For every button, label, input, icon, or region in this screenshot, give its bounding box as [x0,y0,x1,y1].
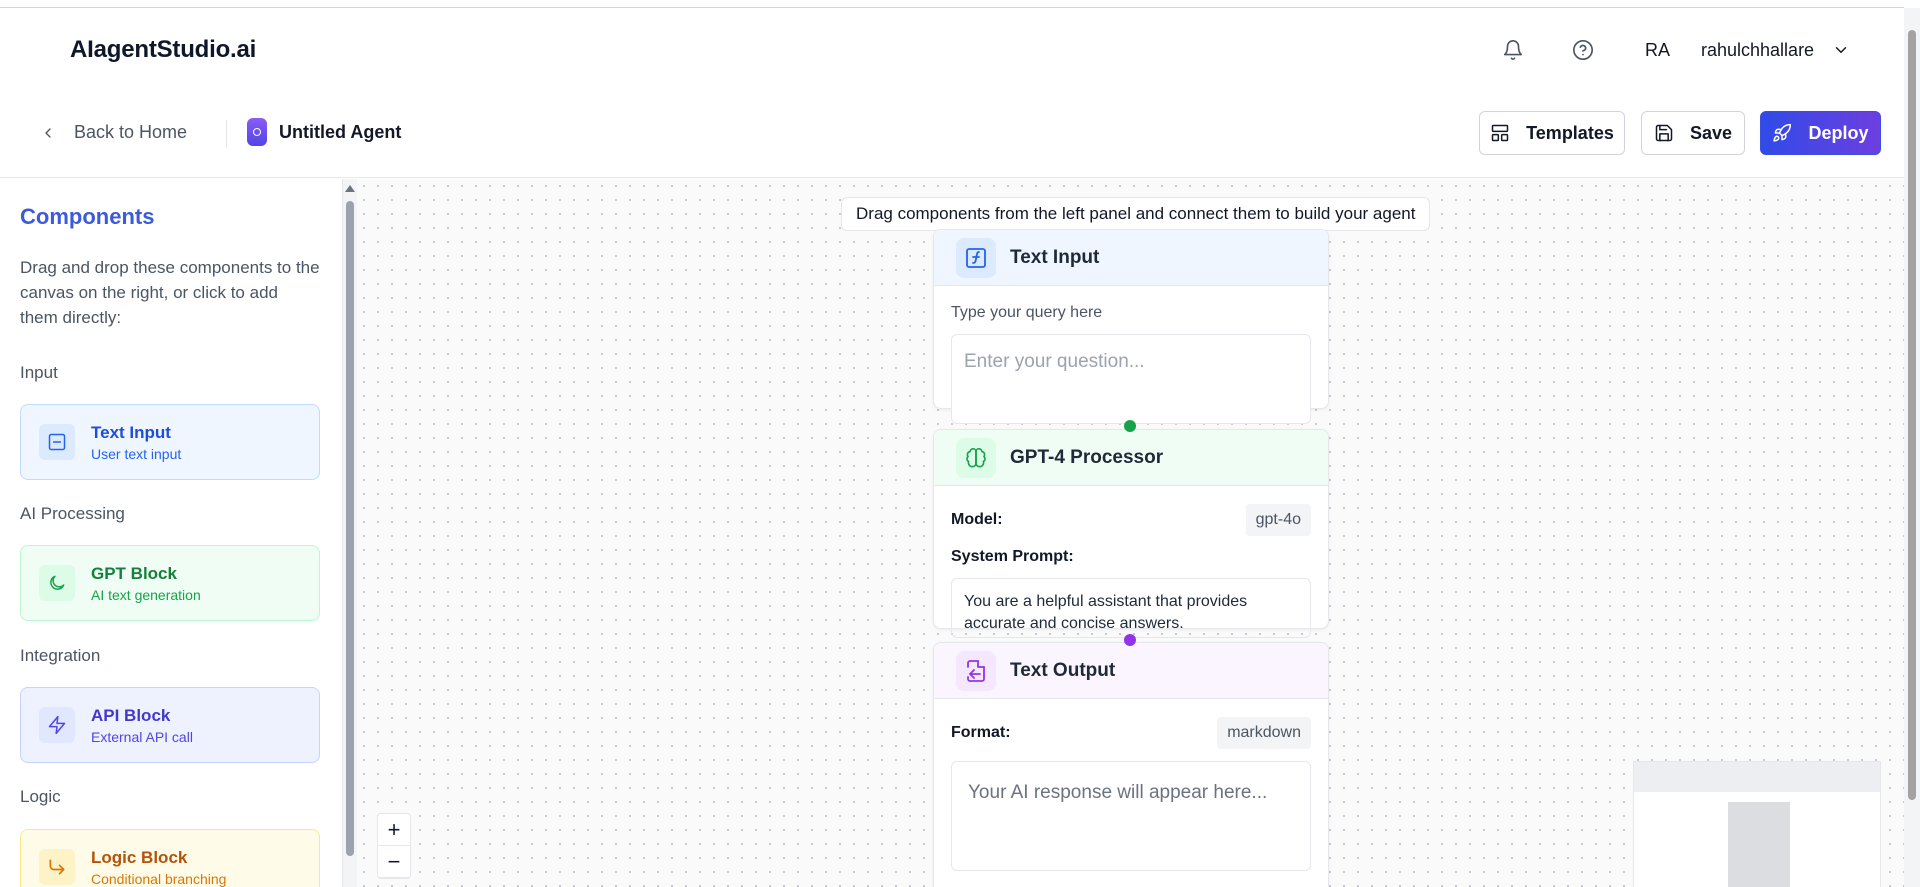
system-prompt-label: System Prompt: [951,548,1074,565]
templates-label: Templates [1526,122,1614,143]
output-area: Your AI response will appear here... [951,761,1311,871]
format-label: Format: [951,724,1011,741]
section-label-ai-processing: AI Processing [20,504,125,523]
divider [226,120,227,148]
node-header[interactable]: Text Input [934,230,1328,286]
node-header[interactable]: Text Output [934,643,1328,699]
username: rahulchhallare [1701,39,1815,60]
brand-logo[interactable]: AIagentStudio.ai [70,36,256,64]
node-header[interactable]: GPT-4 Processor [934,430,1328,486]
agent-name-label: Untitled Agent [279,121,402,142]
page-scrollbar-thumb[interactable] [1908,30,1916,800]
agent-name[interactable]: Untitled Agent [247,118,401,146]
layout-icon [1491,124,1509,142]
zap-icon [39,707,75,743]
component-api-block[interactable]: API Block External API call [20,687,320,763]
node-gpt-processor[interactable]: GPT-4 Processor Model: gpt-4o System Pro… [933,429,1329,638]
node-title: Text Output [1010,659,1116,681]
file-output-icon [956,650,996,691]
agent-avatar-icon [247,118,267,146]
format-select[interactable]: markdown [1217,717,1311,749]
back-label: Back to Home [74,122,188,142]
node-text-output[interactable]: Text Output Format: markdown Your AI res… [933,642,1329,887]
app-header: AIagentStudio.ai RA rahulchhallare [0,8,1904,92]
minimap[interactable] [1633,761,1881,887]
connection-handle[interactable] [1124,420,1136,432]
component-subtitle: AI text generation [91,586,201,603]
zoom-out-button[interactable]: − [378,846,410,878]
component-logic-block[interactable]: Logic Block Conditional branching [20,829,320,887]
deploy-button[interactable]: Deploy [1760,111,1881,155]
corner-down-right-icon [39,849,75,885]
sidebar-title: Components [20,204,155,229]
section-label-logic: Logic [20,787,61,806]
templates-button[interactable]: Templates [1479,111,1625,155]
component-name: Text Input [91,422,171,442]
section-label-integration: Integration [20,646,101,665]
function-icon [956,237,996,278]
chevron-down-icon [1835,47,1847,53]
back-to-home-link[interactable]: Back to Home [40,122,187,143]
minus-square-icon [39,424,75,460]
zoom-controls: + − [377,813,411,879]
component-subtitle: Conditional branching [91,870,227,887]
component-gpt-block[interactable]: GPT Block AI text generation [20,545,320,621]
deploy-label: Deploy [1808,122,1869,143]
chevron-left-icon [45,127,51,138]
component-subtitle: External API call [91,728,193,745]
page-scrollbar[interactable] [1904,8,1920,887]
minimap-viewport [1728,802,1790,887]
question-textarea[interactable]: Enter your question... [951,334,1311,424]
component-name: API Block [91,705,171,725]
component-subtitle: User text input [91,445,182,462]
moon-icon [39,565,75,601]
component-name: Logic Block [91,847,188,867]
components-sidebar: Components Drag and drop these component… [0,179,343,887]
system-prompt-textarea[interactable]: You are a helpful assistant that provide… [951,578,1311,638]
query-label: Type your query here [951,304,1103,321]
bell-icon[interactable] [1499,36,1527,64]
editor-toolbar: Back to Home Untitled Agent Templates Sa… [0,92,1904,178]
save-button[interactable]: Save [1641,111,1745,155]
user-menu[interactable]: RA rahulchhallare [1645,34,1850,66]
save-icon [1655,124,1673,142]
scrollbar-thumb[interactable] [346,201,354,856]
help-circle-icon[interactable] [1569,36,1597,64]
zoom-in-button[interactable]: + [378,814,410,846]
section-label-input: Input [20,363,58,382]
flow-canvas[interactable]: Drag components from the left panel and … [357,179,1904,887]
node-title: Text Input [1010,246,1100,268]
rocket-icon [1773,123,1792,142]
connection-handle[interactable] [1124,634,1136,646]
save-label: Save [1689,122,1733,143]
sidebar-scrollbar[interactable] [343,179,357,887]
component-name: GPT Block [91,563,177,583]
minimap-header [1634,762,1880,792]
model-select[interactable]: gpt-4o [1245,504,1311,536]
node-text-input[interactable]: Text Input Type your query here Enter yo… [933,229,1329,424]
brain-icon [956,437,996,478]
canvas-hint: Drag components from the left panel and … [841,197,1431,231]
scroll-up-arrow-icon[interactable] [345,185,355,192]
model-label: Model: [951,511,1003,528]
avatar: RA [1645,39,1671,60]
component-text-input[interactable]: Text Input User text input [20,404,320,480]
node-title: GPT-4 Processor [1010,446,1164,468]
sidebar-description: Drag and drop these components to the ca… [20,258,320,327]
